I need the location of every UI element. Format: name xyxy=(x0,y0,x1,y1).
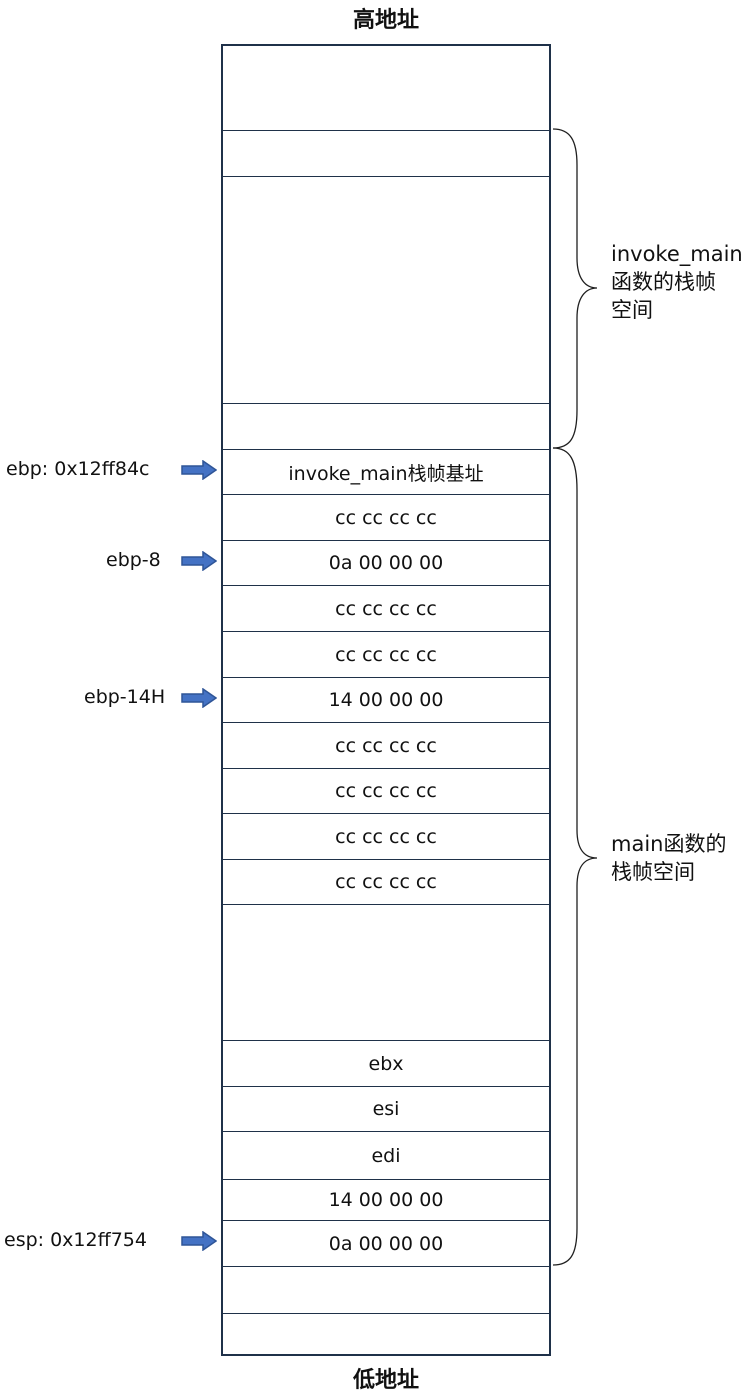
main-frame-label: main函数的 栈帧空间 xyxy=(611,830,726,886)
low-address-title: 低地址 xyxy=(352,1368,419,1393)
invoke-main-brace xyxy=(552,128,598,449)
braces-layer xyxy=(552,128,598,1266)
brace-label-line: 空间 xyxy=(611,298,653,322)
brace-label-line: 栈帧空间 xyxy=(611,860,695,884)
main-brace xyxy=(552,447,598,1266)
brace-label-line: invoke_main xyxy=(611,242,743,266)
invoke-main-frame-label: invoke_main 函数的栈帧 空间 xyxy=(611,240,743,324)
brace-label-line: main函数的 xyxy=(611,832,727,856)
brace-label-line: 函数的栈帧 xyxy=(611,270,716,294)
